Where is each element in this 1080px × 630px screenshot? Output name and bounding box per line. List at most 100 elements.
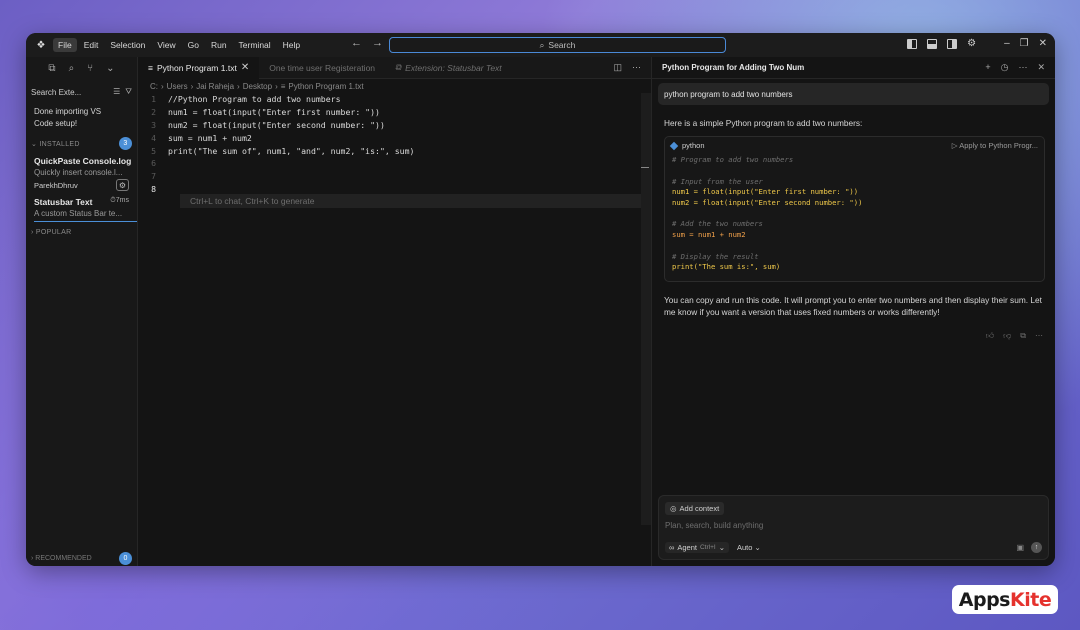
extensions-search[interactable]: Search Exte... ☰ ⛛: [31, 85, 132, 99]
breadcrumb-desktop[interactable]: Desktop: [243, 82, 272, 91]
search-icon: ⌕: [539, 39, 545, 50]
extensions-sidebar: ⧉ ⌕ ⑂ ⌄ Search Exte... ☰ ⛛ Done importin…: [26, 57, 138, 566]
extension-item-quickpaste[interactable]: QuickPaste Console.log Quickly insert co…: [34, 156, 137, 191]
more-icon[interactable]: ⋯: [1035, 331, 1043, 341]
agent-mode-selector[interactable]: ∞ Agent Ctrl+I ⌄: [665, 542, 729, 553]
code-line: 2 num1 = float(input("Enter first number:…: [138, 106, 651, 119]
split-editor-icon[interactable]: ◫: [613, 62, 622, 73]
menu-edit[interactable]: Edit: [79, 38, 104, 52]
tab-label: Python Program 1.txt: [156, 62, 237, 73]
menu-run[interactable]: Run: [206, 38, 232, 52]
manage-gear-icon[interactable]: ⚙: [116, 179, 129, 191]
inline-ai-hint: Ctrl+L to chat, Ctrl+K to generate: [180, 194, 650, 209]
filter-icon[interactable]: ⛛: [125, 87, 132, 97]
installed-count-badge: 3: [119, 137, 132, 150]
code-block-line: num2 = float(input("Enter second number:…: [672, 198, 863, 208]
menu-terminal[interactable]: Terminal: [234, 38, 276, 52]
menu-view[interactable]: View: [152, 38, 180, 52]
chat-composer[interactable]: ◎ Add context Plan, search, build anythin…: [658, 495, 1049, 560]
title-bar: ❖ File Edit Selection View Go Run Termin…: [26, 33, 1055, 57]
sidebar-toolbar: ⧉ ⌕ ⑂ ⌄: [26, 57, 137, 79]
import-message: Done importing VS Code setup!: [34, 106, 129, 130]
file-text-icon: ≡: [148, 62, 153, 73]
tab-extension-statusbar[interactable]: ⧉ Extension: Statusbar Text: [385, 57, 512, 79]
code-block: python ▷ Apply to Python Progr... # Prog…: [664, 135, 1045, 282]
line-text: num2 = float(input("Enter second number:…: [168, 119, 385, 130]
app-logo-icon: ❖: [36, 39, 46, 51]
code-line: 5 print("The sum of", num1, "and", num2, …: [138, 144, 651, 157]
editor-actions: ◫ ⋯: [613, 62, 641, 73]
copy-icon[interactable]: ⧉: [48, 63, 55, 74]
forward-arrow-icon[interactable]: →: [372, 37, 383, 49]
search-icon[interactable]: ⌕: [69, 63, 75, 74]
appskite-logo: Apps Kite: [952, 585, 1058, 614]
line-text: //Python Program to add two numbers: [168, 94, 341, 105]
apply-button[interactable]: ▷ Apply to Python Progr...: [952, 141, 1038, 150]
breadcrumb-separator-icon: ›: [237, 81, 240, 91]
new-chat-icon[interactable]: +: [985, 62, 990, 73]
thumbs-down-icon[interactable]: 👎︎: [1003, 331, 1011, 341]
breadcrumb-user[interactable]: Jai Raheja: [196, 82, 234, 91]
line-text: sum = num1 + num2: [168, 132, 252, 143]
line-number: 8: [151, 183, 156, 194]
back-arrow-icon[interactable]: ←: [351, 37, 362, 49]
send-icon[interactable]: ↑: [1031, 542, 1042, 553]
ai-chat-panel: Python Program for Adding Two Num + ◷ ⋯ …: [652, 57, 1055, 566]
line-number: 2: [151, 107, 156, 118]
window-controls: ⚙ – ❐ ✕: [907, 38, 1047, 49]
copy-icon[interactable]: ⧉: [1020, 331, 1026, 341]
user-message[interactable]: python program to add two numbers: [658, 83, 1049, 105]
model-selector[interactable]: Auto ⌄: [737, 543, 761, 552]
breadcrumb: C: › Users › Jai Raheja › Desktop › ≡ Python…: [138, 79, 651, 93]
toggle-sidebar-icon[interactable]: [907, 38, 918, 49]
breadcrumb-users[interactable]: Users: [167, 82, 188, 91]
brand-part1: Apps: [958, 588, 1011, 611]
recommended-label: › RECOMMENDED: [31, 555, 92, 562]
menu-help[interactable]: Help: [278, 38, 305, 52]
extension-item-statusbar[interactable]: Statusbar Text ⏱7ms A custom Status Bar …: [34, 197, 137, 222]
code-block-line: num1 = float(input("Enter first number: …: [672, 187, 859, 197]
toggle-panel-icon[interactable]: [927, 38, 938, 49]
code-line: 7: [138, 170, 651, 183]
source-control-icon[interactable]: ⑂: [87, 63, 93, 74]
breadcrumb-separator-icon: ›: [161, 81, 164, 91]
code-editor[interactable]: 1 //Python Program to add two numbers 2 nu…: [138, 93, 651, 209]
extension-name: QuickPaste Console.log: [34, 156, 132, 166]
more-icon[interactable]: ⋯: [1018, 62, 1027, 73]
code-block-body: # Program to add two numbers # Input fro…: [665, 155, 1044, 273]
clear-list-icon[interactable]: ☰: [113, 87, 120, 97]
chat-input[interactable]: Plan, search, build anything: [665, 521, 763, 530]
settings-gear-icon[interactable]: ⚙: [967, 38, 976, 49]
extensions-search-input[interactable]: Search Exte...: [31, 88, 81, 97]
menu-bar: File Edit Selection View Go Run Terminal…: [53, 38, 305, 52]
recommended-section-header[interactable]: › RECOMMENDED 0: [26, 552, 137, 565]
python-icon: [669, 141, 679, 150]
brand-part2: Kite: [1010, 588, 1052, 611]
installed-section-header[interactable]: ⌄ INSTALLED 3: [31, 137, 132, 150]
breadcrumb-file[interactable]: Python Program 1.txt: [288, 82, 363, 91]
tab-registration[interactable]: One time user Registeration: [259, 57, 385, 79]
close-icon[interactable]: ✕: [1039, 38, 1047, 49]
image-icon[interactable]: ▣: [1016, 543, 1024, 552]
command-search[interactable]: ⌕ Search: [389, 37, 726, 53]
tab-python-program[interactable]: ≡ Python Program 1.txt ✕: [138, 56, 260, 79]
assistant-intro: Here is a simple Python program to add t…: [664, 118, 863, 128]
thumbs-up-icon[interactable]: 👍︎: [986, 331, 994, 341]
menu-selection[interactable]: Selection: [105, 38, 150, 52]
extension-icon: ⧉: [395, 62, 402, 72]
line-text: print("The sum of", num1, "and", num2, "…: [168, 145, 415, 156]
editor-scrollbar[interactable]: [641, 93, 651, 525]
history-icon[interactable]: ◷: [1001, 62, 1009, 73]
more-actions-icon[interactable]: ⋯: [632, 62, 641, 73]
minimize-icon[interactable]: –: [1004, 38, 1010, 49]
chevron-down-icon[interactable]: ⌄: [106, 63, 114, 74]
close-panel-icon[interactable]: ✕: [1037, 62, 1045, 73]
tab-close-icon[interactable]: ✕: [241, 62, 249, 73]
menu-file[interactable]: File: [53, 38, 77, 52]
breadcrumb-drive[interactable]: C:: [150, 82, 158, 91]
add-context-button[interactable]: ◎ Add context: [665, 502, 725, 515]
toggle-secondary-sidebar-icon[interactable]: [947, 38, 958, 49]
menu-go[interactable]: Go: [183, 38, 204, 52]
restore-icon[interactable]: ❐: [1020, 38, 1029, 49]
popular-section-header[interactable]: › POPULAR: [31, 229, 132, 236]
